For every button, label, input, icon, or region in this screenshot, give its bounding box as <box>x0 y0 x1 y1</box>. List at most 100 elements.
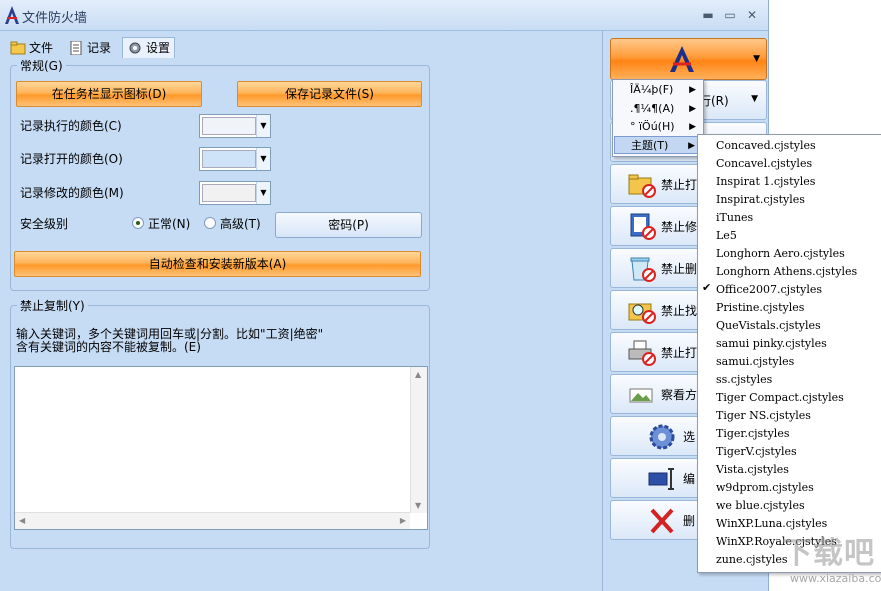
tab-file-label: 文件 <box>29 41 54 55</box>
menu-item-label: .¶¼¶(A) <box>630 102 675 115</box>
theme-item[interactable]: Concaved.cjstyles <box>716 137 816 155</box>
color-open-label: 记录打开的颜色(O) <box>20 152 123 166</box>
radio-normal-label: 正常(N) <box>148 217 191 231</box>
sidebar-btn-label: 选 <box>683 430 696 444</box>
scroll-left-icon[interactable]: ◀ <box>19 516 25 525</box>
chevron-down-icon[interactable]: ▼ <box>256 148 270 170</box>
sidebar-btn-label: 禁止修 <box>661 220 698 234</box>
theme-item[interactable]: zune.cjstyles <box>716 551 788 569</box>
main-dropdown-menu: ÎÄ¼þ(F) ▶ .¶¼¶(A) ▶ ° ïÖú(H) ▶ 主题(T) ▶ <box>612 79 704 157</box>
taskbar-icon-button[interactable]: 在任务栏显示图标(D) <box>16 81 202 107</box>
save-log-button[interactable]: 保存记录文件(S) <box>237 81 422 107</box>
theme-item[interactable]: we blue.cjstyles <box>716 497 805 515</box>
chevron-down-icon[interactable]: ▼ <box>256 115 270 137</box>
theme-item[interactable]: iTunes <box>716 209 753 227</box>
tab-file[interactable]: 文件 <box>10 38 53 58</box>
theme-item[interactable]: ss.cjstyles <box>716 371 772 389</box>
scroll-up-icon[interactable]: ▲ <box>415 370 421 379</box>
theme-item[interactable]: QueVistals.cjstyles <box>716 317 821 335</box>
vertical-scrollbar[interactable]: ▲ ▼ <box>410 367 427 513</box>
tab-settings-label: 设置 <box>146 41 171 55</box>
theme-submenu: Concaved.cjstyles Concavel.cjstyles Insp… <box>697 134 881 573</box>
horizontal-scrollbar[interactable]: ◀ ▶ <box>15 512 410 529</box>
window-title: 文件防火墙 <box>22 11 88 26</box>
chevron-right-icon: ▶ <box>689 122 696 132</box>
chevron-right-icon: ▶ <box>689 104 696 114</box>
menu-item-label: ÎÄ¼þ(F) <box>630 83 674 96</box>
sidebar-btn-label: 编 <box>683 472 696 486</box>
scroll-down-icon[interactable]: ▼ <box>415 501 421 510</box>
color-modify-label: 记录修改的颜色(M) <box>20 186 124 200</box>
checkmark-icon: ✔ <box>702 281 712 294</box>
scroll-right-icon[interactable]: ▶ <box>400 516 406 525</box>
radio-high[interactable]: 高级(T) <box>204 215 261 232</box>
theme-item[interactable]: samui pinky.cjstyles <box>716 335 827 353</box>
app-logo-icon <box>670 46 694 72</box>
sidebar-btn-label: 禁止删 <box>661 262 698 276</box>
tab-settings[interactable]: 设置 <box>122 37 176 58</box>
sidebar-btn-label: 察看方 <box>661 388 698 402</box>
copy-block-title: 禁止复制(Y) <box>17 297 88 314</box>
tab-log[interactable]: 记录 <box>68 38 111 58</box>
theme-item[interactable]: Longhorn Athens.cjstyles <box>716 263 857 281</box>
maximize-icon[interactable]: ▭ <box>722 7 738 23</box>
search-block-icon <box>628 303 656 324</box>
color-exec-label: 记录执行的颜色(C) <box>20 119 122 133</box>
chevron-down-icon[interactable]: ▼ <box>256 182 270 204</box>
watermark-brand: 下载吧 <box>782 536 875 571</box>
folder-block-icon <box>628 174 656 198</box>
gear-icon <box>649 424 675 450</box>
doc-edit-block-icon <box>630 213 656 240</box>
password-button[interactable]: 密码(P) <box>275 212 422 238</box>
theme-item[interactable]: TigerV.cjstyles <box>716 443 797 461</box>
menu-item-help[interactable]: ° ïÖú(H) ▶ <box>614 118 702 136</box>
color-swatch <box>202 150 256 168</box>
theme-item[interactable]: Inspirat 1.cjstyles <box>716 173 815 191</box>
theme-item[interactable]: Inspirat.cjstyles <box>716 191 805 209</box>
theme-item[interactable]: Concavel.cjstyles <box>716 155 812 173</box>
menu-item-theme[interactable]: 主题(T) ▶ <box>614 136 702 154</box>
sidebar-btn-label: 禁止打 <box>661 178 698 192</box>
security-level-label: 安全级别 <box>20 217 69 231</box>
copy-block-desc-2: 含有关键词的内容不能被复制。(E) <box>16 340 201 354</box>
watermark-url: www.xiazaiba.com <box>790 572 881 585</box>
settings-gear-icon <box>129 42 141 54</box>
edit-cursor-icon <box>648 468 674 490</box>
radio-normal[interactable]: 正常(N) <box>132 215 190 232</box>
notepad-icon <box>70 41 82 55</box>
main-menu-button[interactable]: ▼ <box>610 38 767 80</box>
title-bar[interactable]: 文件防火墙 ▬ ▭ ✕ <box>0 0 768 31</box>
app-logo-icon <box>5 6 19 24</box>
theme-item[interactable]: Le5 <box>716 227 737 245</box>
minimize-icon[interactable]: ▬ <box>700 7 716 23</box>
delete-x-icon <box>650 508 674 534</box>
menu-item-file[interactable]: ÎÄ¼þ(F) ▶ <box>614 81 702 99</box>
keyword-textarea[interactable]: ▲ ▼ ◀ ▶ <box>14 366 428 530</box>
menu-item-a[interactable]: .¶¼¶(A) ▶ <box>614 100 702 118</box>
theme-item[interactable]: Vista.cjstyles <box>716 461 789 479</box>
theme-item[interactable]: samui.cjstyles <box>716 353 794 371</box>
theme-item[interactable]: Tiger.cjstyles <box>716 425 789 443</box>
sidebar-btn-label: 删 <box>683 514 696 528</box>
theme-item[interactable]: w9dprom.cjstyles <box>716 479 814 497</box>
theme-item[interactable]: Pristine.cjstyles <box>716 299 804 317</box>
tab-log-label: 记录 <box>87 41 112 55</box>
radio-dot <box>132 217 144 229</box>
color-modify-picker[interactable]: ▼ <box>199 181 271 205</box>
close-icon[interactable]: ✕ <box>744 7 760 23</box>
theme-item-selected[interactable]: Office2007.cjstyles <box>716 281 822 299</box>
color-exec-picker[interactable]: ▼ <box>199 114 271 138</box>
radio-dot <box>204 217 216 229</box>
auto-update-button[interactable]: 自动检查和安装新版本(A) <box>14 251 421 277</box>
theme-item[interactable]: Tiger NS.cjstyles <box>716 407 811 425</box>
chevron-right-icon: ▶ <box>688 141 695 151</box>
sidebar-btn-label: 禁止打 <box>661 346 698 360</box>
theme-item[interactable]: Longhorn Aero.cjstyles <box>716 245 845 263</box>
color-open-picker[interactable]: ▼ <box>199 147 271 171</box>
recycle-block-icon <box>630 257 656 282</box>
printer-block-icon <box>628 340 656 366</box>
color-swatch <box>202 184 256 202</box>
chevron-down-icon[interactable]: ▼ <box>753 54 760 64</box>
theme-item[interactable]: Tiger Compact.cjstyles <box>716 389 844 407</box>
chevron-down-icon[interactable]: ▼ <box>751 94 758 104</box>
